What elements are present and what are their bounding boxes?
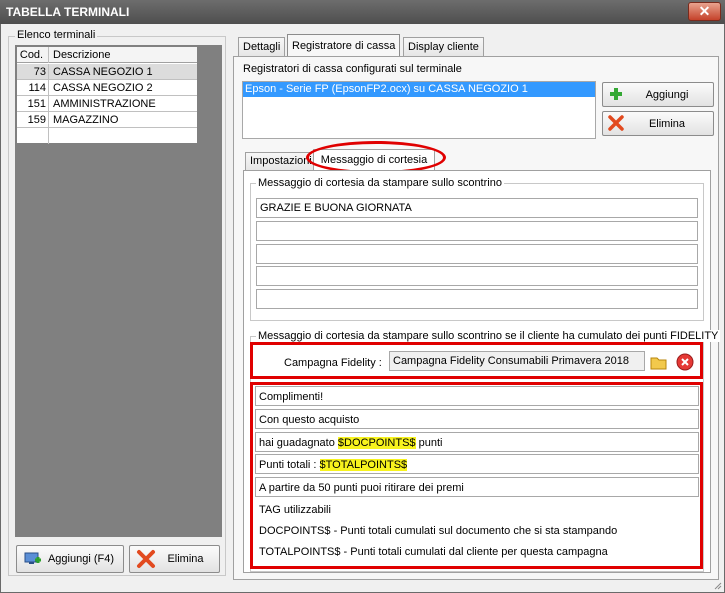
delete-icon — [136, 549, 156, 579]
fidelity-line-input[interactable]: Complimenti! — [255, 386, 699, 406]
courtesy-line-input[interactable] — [256, 289, 698, 309]
tab-registratore[interactable]: Registratore di cassa — [287, 34, 401, 57]
clear-campaign-icon[interactable] — [676, 353, 694, 371]
tab-display-cliente[interactable]: Display cliente — [403, 37, 484, 56]
fidelity-line-input[interactable]: Con questo acquisto — [255, 409, 699, 429]
add-register-label: Aggiungi — [645, 89, 689, 101]
courtesy-line-input[interactable] — [256, 266, 698, 286]
table-row[interactable]: 159 MAGAZZINO — [17, 112, 197, 128]
terminals-table[interactable]: Cod. Descrizione 73 CASSA NEGOZIO 1 114 … — [16, 46, 198, 144]
table-row[interactable]: 114 CASSA NEGOZIO 2 — [17, 80, 197, 96]
fidelity-line-input[interactable]: Punti totali : $TOTALPOINTS$ — [255, 454, 699, 474]
fidelity-label: Messaggio di cortesia da stampare sullo … — [256, 330, 721, 342]
fidelity-line-text: A partire da 50 punti puoi ritirare dei … — [259, 482, 464, 494]
folder-icon[interactable] — [650, 353, 668, 371]
row-code-empty — [17, 128, 49, 144]
col-desc-header[interactable]: Descrizione — [50, 47, 110, 63]
add-terminal-button[interactable]: Aggiungi (F4) — [16, 545, 124, 573]
registers-list[interactable]: Epson - Serie FP (EpsonFP2.ocx) su CASSA… — [242, 81, 596, 139]
courtesy-line-input[interactable] — [256, 244, 698, 264]
terminals-group-label: Elenco terminali — [15, 29, 98, 41]
row-desc: CASSA NEGOZIO 2 — [53, 82, 153, 94]
add-register-button[interactable]: Aggiungi — [602, 82, 714, 107]
totalpoints-tag: $TOTALPOINTS$ — [319, 459, 408, 471]
add-terminal-icon — [24, 552, 41, 566]
courtesy-line-input[interactable] — [256, 221, 698, 241]
register-item[interactable]: Epson - Serie FP (EpsonFP2.ocx) su CASSA… — [243, 82, 595, 97]
fidelity-line-text: punti — [415, 437, 443, 449]
resize-grip-icon[interactable] — [712, 580, 722, 590]
plus-icon — [608, 86, 624, 111]
tab-dettagli[interactable]: Dettagli — [238, 37, 286, 56]
tag-description: DOCPOINTS$ - Punti totali cumulati sul d… — [259, 525, 618, 537]
campaign-field[interactable]: Campagna Fidelity Consumabili Primavera … — [389, 351, 645, 371]
row-code: 159 — [17, 112, 49, 128]
docpoints-tag: $DOCPOINTS$ — [337, 437, 416, 449]
fidelity-line-text: hai guadagnato — [259, 437, 338, 449]
delete-terminal-button[interactable]: Elimina — [129, 545, 220, 573]
row-desc: CASSA NEGOZIO 1 — [53, 66, 153, 78]
table-row[interactable]: 151 AMMINISTRAZIONE — [17, 96, 197, 112]
row-code: 151 — [17, 96, 49, 112]
fidelity-line-input[interactable]: A partire da 50 punti puoi ritirare dei … — [255, 477, 699, 497]
fidelity-line-text: Con questo acquisto — [259, 414, 360, 426]
table-header: Cod. Descrizione — [17, 47, 197, 63]
delete-terminal-label: Elimina — [167, 553, 204, 565]
registers-label: Registratori di cassa configurati sul te… — [243, 63, 462, 75]
campaign-label: Campagna Fidelity : — [284, 357, 382, 369]
window-title: TABELLA TERMINALI — [0, 0, 725, 24]
fidelity-line-input[interactable]: hai guadagnato $DOCPOINTS$ punti — [255, 432, 699, 452]
courtesy-line-input[interactable]: GRAZIE E BUONA GIORNATA — [256, 198, 698, 218]
add-terminal-label: Aggiungi (F4) — [47, 553, 115, 565]
row-desc: MAGAZZINO — [53, 114, 119, 126]
table-row-empty[interactable] — [17, 128, 197, 144]
row-code: 73 — [17, 64, 49, 80]
row-desc: AMMINISTRAZIONE — [53, 98, 156, 110]
close-button[interactable]: ✕ — [688, 2, 721, 21]
courtesy-label: Messaggio di cortesia da stampare sullo … — [256, 177, 504, 189]
col-code-header[interactable]: Cod. — [17, 47, 49, 63]
fidelity-line-text: Punti totali : — [259, 459, 320, 471]
tags-title: TAG utilizzabili — [259, 504, 331, 516]
fidelity-line-text: Complimenti! — [259, 391, 324, 403]
delete-register-label: Elimina — [648, 118, 686, 130]
delete-register-button[interactable]: Elimina — [602, 111, 714, 136]
table-row[interactable]: 73 CASSA NEGOZIO 1 — [17, 64, 197, 80]
row-code: 114 — [17, 80, 49, 96]
tag-description: TOTALPOINTS$ - Punti totali cumulati dal… — [259, 546, 608, 558]
delete-icon — [608, 115, 624, 140]
